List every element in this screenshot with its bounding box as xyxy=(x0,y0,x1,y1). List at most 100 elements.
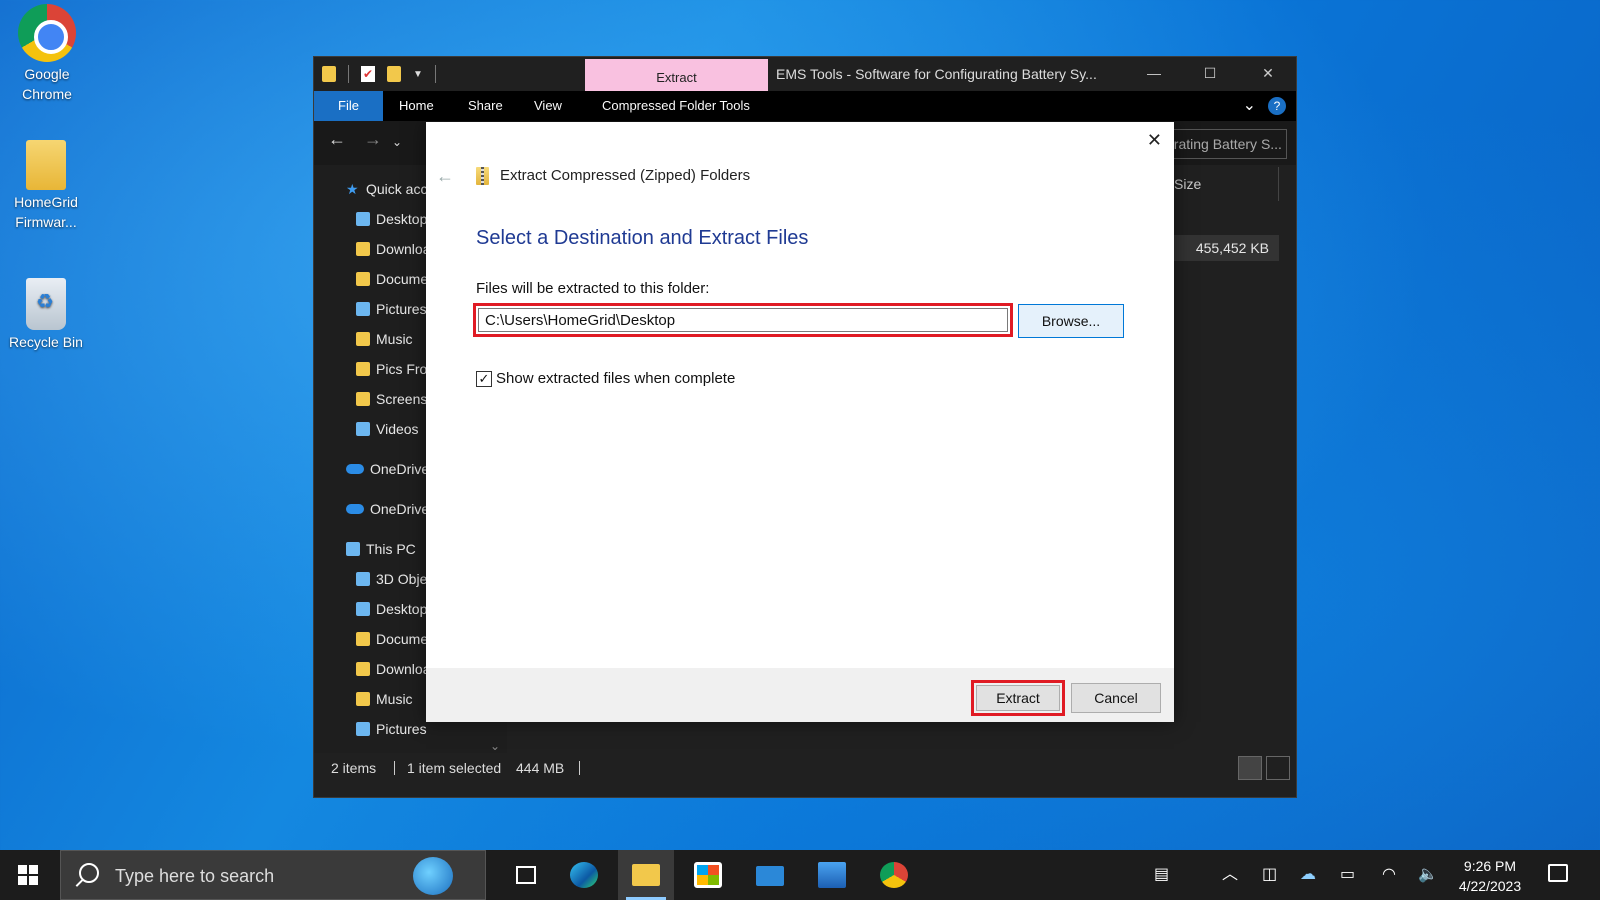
task-view-button[interactable] xyxy=(498,850,554,900)
tab-compressed-folder-tools[interactable]: Compressed Folder Tools xyxy=(588,91,764,121)
3d-objects-folder-icon xyxy=(356,572,370,586)
folder-icon xyxy=(356,362,370,376)
nav-item-music-pc[interactable]: Music xyxy=(356,685,413,713)
taskbar-file-explorer[interactable] xyxy=(618,850,674,900)
maximize-button[interactable]: ☐ xyxy=(1182,57,1238,91)
taskbar-mail[interactable] xyxy=(742,850,798,900)
desktop-icon-chrome[interactable]: Google Chrome xyxy=(2,4,92,104)
divider xyxy=(348,65,349,83)
recent-locations-icon[interactable]: ⌄ xyxy=(392,135,402,149)
pictures-folder-icon xyxy=(356,302,370,316)
minimize-button[interactable]: — xyxy=(1126,57,1182,91)
taskbar-store[interactable] xyxy=(680,850,736,900)
customize-dropdown-icon[interactable]: ▼ xyxy=(413,69,423,80)
nav-item-label: Desktop xyxy=(376,601,428,617)
forward-arrow-icon[interactable]: → xyxy=(364,129,382,150)
large-icons-view-icon[interactable] xyxy=(1266,756,1290,780)
close-icon[interactable]: ✕ xyxy=(1147,130,1162,151)
status-bar: 2 items 1 item selected 444 MB xyxy=(314,753,1296,783)
folder-icon[interactable] xyxy=(322,66,336,82)
chrome-icon xyxy=(880,862,908,888)
desktop-folder-icon xyxy=(356,602,370,616)
taskbar-photos[interactable] xyxy=(804,850,860,900)
nav-item-music[interactable]: Music xyxy=(356,325,413,353)
properties-icon[interactable]: ✔ xyxy=(361,66,375,82)
quick-access-toolbar: ✔ ▼ xyxy=(322,65,436,83)
column-header-size[interactable]: Size xyxy=(1159,167,1279,201)
nav-item-label: This PC xyxy=(366,541,416,557)
tab-share[interactable]: Share xyxy=(454,91,517,121)
window-title: EMS Tools - Software for Configurating B… xyxy=(776,66,1097,82)
divider xyxy=(394,761,395,775)
new-folder-icon[interactable] xyxy=(387,66,401,82)
back-arrow-icon[interactable]: ← xyxy=(328,129,346,150)
desktop-folder-icon xyxy=(356,212,370,226)
title-bar: ✔ ▼ Extract EMS Tools - Software for Con… xyxy=(314,57,1296,91)
wifi-icon[interactable]: ◠ xyxy=(1382,850,1396,900)
nav-item-label: Music xyxy=(376,691,413,707)
nav-item-pictures-pc[interactable]: Pictures xyxy=(356,715,427,743)
desktop-icon-label: Google Chrome xyxy=(22,66,72,102)
nav-item-videos[interactable]: Videos xyxy=(356,415,419,443)
nav-item-onedrive[interactable]: OneDrive xyxy=(346,455,429,483)
nav-item-desktop-pc[interactable]: Desktop xyxy=(356,595,427,623)
news-widget-icon[interactable]: ▤ xyxy=(1154,850,1169,900)
destination-label: Files will be extracted to this folder: xyxy=(476,280,710,297)
search-icon xyxy=(79,863,99,883)
browse-button[interactable]: Browse... xyxy=(1018,304,1124,338)
back-arrow-icon[interactable]: ← xyxy=(436,166,454,187)
extract-button[interactable]: Extract xyxy=(976,685,1060,711)
windows-start-icon[interactable] xyxy=(18,865,38,885)
checkbox-checked-icon[interactable]: ✓ xyxy=(476,370,492,387)
meet-now-icon[interactable]: ◫ xyxy=(1262,850,1277,900)
dialog-footer: Extract Cancel xyxy=(426,668,1174,722)
search-highlight-globe-icon[interactable] xyxy=(413,857,453,895)
taskbar-search[interactable]: Type here to search xyxy=(60,850,486,900)
ribbon: File Home Share View Compressed Folder T… xyxy=(314,91,1296,121)
file-size-cell[interactable]: 455,452 KB xyxy=(1159,235,1279,261)
volume-icon[interactable]: 🔈 xyxy=(1418,850,1438,900)
nav-item-pictures[interactable]: Pictures xyxy=(356,295,427,323)
show-files-option[interactable]: ✓ Show extracted files when complete xyxy=(476,370,735,387)
taskbar-edge[interactable] xyxy=(556,850,612,900)
system-clock[interactable]: 9:26 PM 4/22/2023 xyxy=(1440,856,1540,896)
music-folder-icon xyxy=(356,332,370,346)
dialog-title: Extract Compressed (Zipped) Folders xyxy=(500,167,751,184)
tab-file[interactable]: File xyxy=(314,91,383,121)
destination-path-input[interactable] xyxy=(478,308,1008,332)
expand-ribbon-icon[interactable]: ⌄ xyxy=(1243,95,1256,115)
file-explorer-icon xyxy=(632,864,660,886)
scroll-down-icon[interactable]: ⌄ xyxy=(490,739,500,753)
extract-context-tab[interactable]: Extract xyxy=(585,59,768,91)
show-hidden-icons-icon[interactable]: ︿ xyxy=(1222,850,1238,900)
battery-icon[interactable]: ▭ xyxy=(1340,850,1355,900)
notification-icon[interactable] xyxy=(1548,864,1568,882)
nav-item-onedrive-2[interactable]: OneDrive xyxy=(346,495,429,523)
close-window-button[interactable]: ✕ xyxy=(1240,57,1296,91)
onedrive-cloud-icon xyxy=(346,464,364,474)
desktop-icon-recycle-bin[interactable]: Recycle Bin xyxy=(1,278,91,352)
dialog-heading: Select a Destination and Extract Files xyxy=(476,227,809,249)
clock-time: 9:26 PM xyxy=(1463,858,1517,874)
music-folder-icon xyxy=(356,692,370,706)
nav-item-label: Videos xyxy=(376,421,419,437)
recycle-bin-icon xyxy=(26,278,66,330)
downloads-folder-icon xyxy=(356,662,370,676)
onedrive-icon[interactable]: ☁ xyxy=(1300,850,1316,900)
cancel-button[interactable]: Cancel xyxy=(1071,683,1161,713)
details-view-icon[interactable] xyxy=(1238,756,1262,780)
help-icon[interactable]: ? xyxy=(1268,97,1286,115)
taskbar-chrome[interactable] xyxy=(866,850,922,900)
tab-home[interactable]: Home xyxy=(385,91,448,121)
divider xyxy=(579,761,580,775)
status-size: 444 MB xyxy=(516,760,565,776)
nav-item-this-pc[interactable]: This PC xyxy=(346,535,416,563)
tab-view[interactable]: View xyxy=(520,91,576,121)
nav-item-desktop[interactable]: Desktop xyxy=(356,205,427,233)
taskbar: Type here to search ▤ ︿ ◫ ☁ ▭ ◠ 🔈 9:26 P… xyxy=(0,850,1600,900)
nav-item-label: OneDrive xyxy=(370,461,430,477)
search-box[interactable]: urating Battery S... xyxy=(1159,129,1287,159)
desktop-icon-label: Recycle Bin xyxy=(9,334,83,350)
desktop-icon-homegrid[interactable]: HomeGrid Firmwar... xyxy=(1,140,91,232)
zip-folder-icon xyxy=(476,167,489,185)
